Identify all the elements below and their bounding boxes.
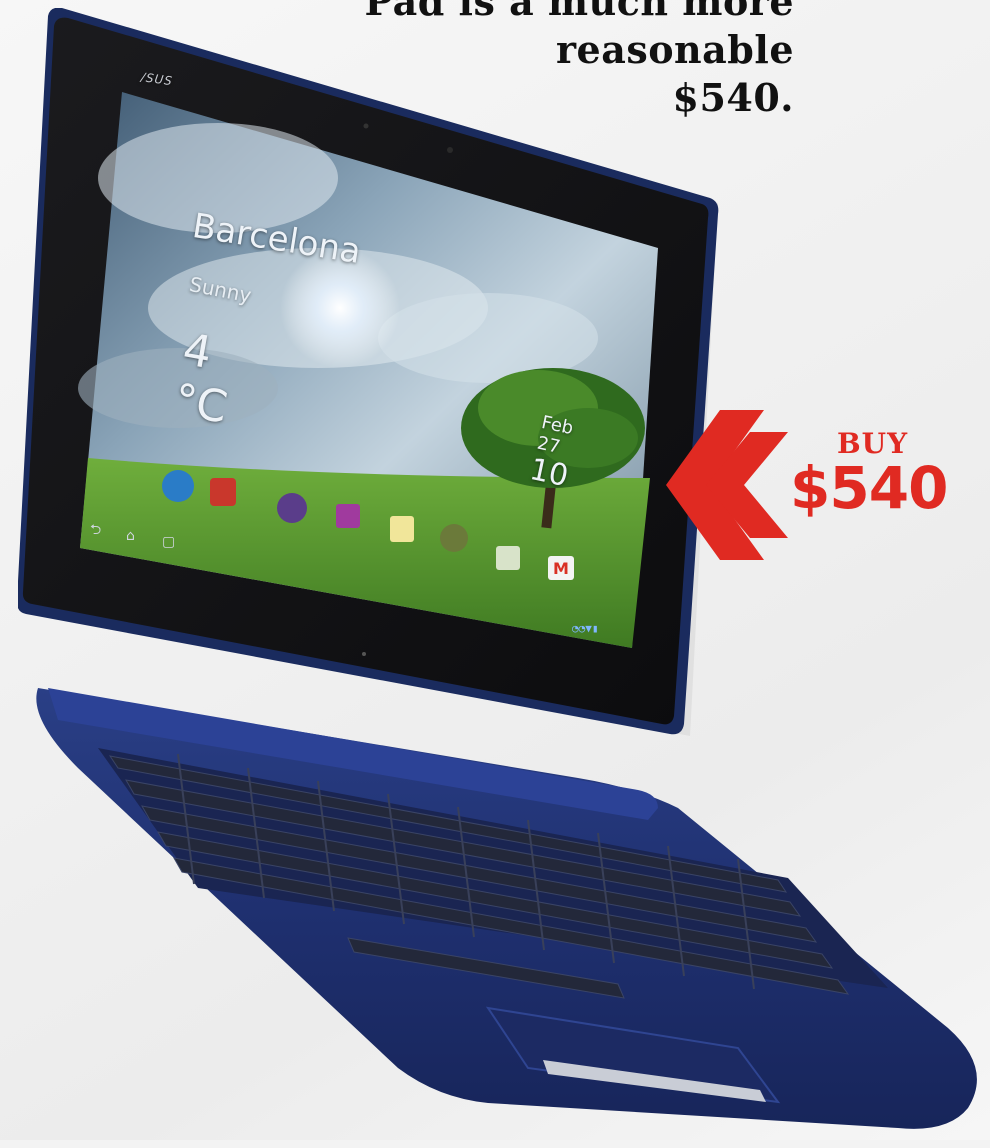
bottom-sensor [362, 652, 366, 656]
camera-icon[interactable] [277, 493, 307, 523]
gallery-icon[interactable] [336, 504, 360, 528]
home-icon[interactable]: ⌂ [126, 528, 135, 544]
back-icon[interactable]: ⮌ [90, 522, 101, 538]
light-sensor [447, 147, 453, 153]
notes-icon[interactable] [390, 516, 414, 542]
front-camera [363, 123, 369, 129]
gmail-icon-glyph: M [553, 559, 569, 578]
youtube-icon[interactable] [210, 478, 236, 506]
clock-time: 10 [526, 452, 572, 495]
tablet-svg: M ⮌ ⌂ ▢ ◔◔▼▮ [18, 8, 977, 1129]
recent-apps-icon[interactable]: ▢ [162, 534, 175, 550]
settings-icon[interactable] [440, 524, 468, 552]
buy-callout[interactable]: BUY $540 [662, 410, 962, 570]
browser-icon[interactable] [162, 470, 194, 502]
buy-price[interactable]: $540 [790, 454, 948, 522]
double-chevron-left-icon [666, 410, 788, 560]
status-icons: ◔◔▼▮ [572, 622, 599, 635]
maps-icon[interactable] [496, 546, 520, 570]
